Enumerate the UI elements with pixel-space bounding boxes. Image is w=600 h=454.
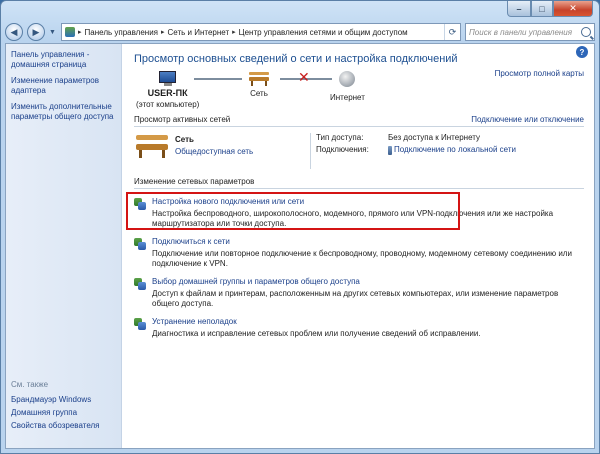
page-title: Просмотр основных сведений о сети и наст…: [134, 53, 458, 65]
see-also-section: См. также Брандмауэр Windows Домашняя гр…: [11, 380, 100, 434]
chevron-down-icon: ▼: [49, 28, 56, 36]
chevron-right-icon: ▸: [78, 29, 82, 36]
active-network: Сеть Общедоступная сеть Тип доступа: Без…: [134, 133, 584, 169]
control-panel-icon: [65, 27, 75, 37]
network-label: Сеть: [250, 89, 268, 98]
refresh-button[interactable]: ⟳: [444, 24, 460, 40]
sidebar: Панель управления - домашняя страница Из…: [6, 44, 122, 448]
task-homegroup-sharing[interactable]: Выбор домашней группы и параметров общег…: [134, 277, 584, 309]
network-name: Сеть: [175, 135, 194, 144]
search-input[interactable]: Поиск в панели управления: [465, 23, 595, 41]
computer-subtitle: (этот компьютер): [136, 100, 200, 109]
see-also-internet-options[interactable]: Свойства обозревателя: [11, 421, 100, 431]
navigation-bar: ◀ ▶ ▼ ▸ Панель управления ▸ Сеть и Интер…: [5, 21, 595, 43]
no-connection-x-icon: ✕: [298, 69, 310, 85]
network-bench-icon: [248, 71, 270, 87]
connection-link[interactable]: Подключение по локальной сети: [388, 145, 584, 155]
chevron-right-icon: ▸: [161, 29, 165, 36]
computer-name: USER-ПК: [147, 88, 188, 98]
network-map: USER-ПК (этот компьютер) Сеть ✕ Интернет…: [134, 69, 584, 111]
help-button[interactable]: ?: [576, 46, 588, 58]
task-description: Диагностика и исправление сетевых пробле…: [152, 329, 481, 338]
map-node-network[interactable]: Сеть: [248, 71, 270, 98]
minimize-button[interactable]: –: [507, 1, 531, 17]
globe-icon: [339, 71, 356, 87]
maximize-button[interactable]: □: [531, 1, 553, 17]
access-type-value: Без доступа к Интернету: [388, 133, 481, 142]
client-area: Панель управления - домашняя страница Из…: [5, 43, 595, 449]
forward-arrow-icon: ▶: [32, 26, 40, 37]
search-icon[interactable]: [581, 27, 591, 37]
map-node-internet[interactable]: Интернет: [330, 71, 365, 102]
view-full-map-link[interactable]: Просмотр полной карты: [495, 69, 584, 78]
address-bar[interactable]: ▸ Панель управления ▸ Сеть и Интернет ▸ …: [61, 23, 461, 41]
task-description: Доступ к файлам и принтерам, расположенн…: [152, 289, 559, 308]
task-title[interactable]: Устранение неполадок: [152, 317, 237, 326]
main-content: ? Просмотр основных сведений о сети и на…: [122, 44, 594, 448]
search-placeholder: Поиск в панели управления: [469, 27, 573, 37]
active-network-summary: Сеть Общедоступная сеть: [134, 133, 310, 169]
refresh-icon: ⟳: [448, 26, 457, 37]
caption-buttons: – □ ✕: [507, 1, 593, 17]
task-connect-to-network[interactable]: Подключиться к сети Подключение или повт…: [134, 237, 584, 269]
see-also-heading: См. также: [11, 380, 49, 389]
back-arrow-icon: ◀: [10, 26, 18, 37]
active-network-details: Тип доступа: Без доступа к Интернету Под…: [310, 133, 584, 169]
connect-network-icon: [134, 238, 146, 250]
active-networks-title: Просмотр активных сетей: [134, 115, 231, 124]
connection-link-text: Подключение по локальной сети: [394, 145, 516, 154]
change-settings-header: Изменение сетевых параметров: [134, 177, 584, 189]
back-button[interactable]: ◀: [5, 23, 23, 41]
highlight-box: [126, 192, 460, 230]
sidebar-item-home[interactable]: Панель управления - домашняя страница: [11, 50, 116, 70]
public-network-bench-icon: [134, 133, 170, 159]
forward-button[interactable]: ▶: [27, 23, 45, 41]
internet-label: Интернет: [330, 93, 365, 102]
recent-pages-dropdown[interactable]: ▼: [49, 29, 57, 36]
sidebar-item-sharing-settings[interactable]: Изменить дополнительные параметры общего…: [11, 102, 116, 122]
breadcrumb-control-panel[interactable]: Панель управления: [85, 28, 159, 37]
sidebar-item-adapter-settings[interactable]: Изменение параметров адаптера: [11, 76, 116, 96]
map-connector-line: [194, 78, 242, 80]
breadcrumb-network-internet[interactable]: Сеть и Интернет: [168, 28, 230, 37]
window: – □ ✕ ◀ ▶ ▼ ▸ Панель управления ▸ Сеть и…: [0, 0, 600, 454]
breadcrumb-network-center[interactable]: Центр управления сетями и общим доступом: [239, 28, 408, 37]
setup-connection-icon: [134, 198, 146, 210]
active-networks-header: Просмотр активных сетей Подключение или …: [134, 115, 584, 127]
computer-icon: [157, 71, 179, 87]
see-also-firewall[interactable]: Брандмауэр Windows: [11, 395, 100, 405]
connect-disconnect-link[interactable]: Подключение или отключение: [471, 115, 584, 124]
ethernet-plug-icon: [388, 146, 392, 155]
homegroup-icon: [134, 278, 146, 290]
chevron-right-icon: ▸: [232, 29, 236, 36]
task-description: Подключение или повторное подключение к …: [152, 249, 572, 268]
task-title[interactable]: Подключиться к сети: [152, 237, 230, 246]
see-also-homegroup[interactable]: Домашняя группа: [11, 408, 100, 418]
task-title[interactable]: Выбор домашней группы и параметров общег…: [152, 277, 360, 286]
connections-label: Подключения:: [316, 145, 369, 154]
close-button[interactable]: ✕: [553, 1, 593, 17]
access-type-label: Тип доступа:: [316, 133, 364, 142]
task-setup-connection[interactable]: Настройка нового подключения или сети На…: [126, 192, 584, 230]
map-node-computer[interactable]: USER-ПК (этот компьютер): [136, 71, 199, 109]
network-type-link[interactable]: Общедоступная сеть: [175, 147, 253, 156]
task-troubleshoot[interactable]: Устранение неполадок Диагностика и испра…: [134, 317, 584, 339]
troubleshoot-icon: [134, 318, 146, 330]
